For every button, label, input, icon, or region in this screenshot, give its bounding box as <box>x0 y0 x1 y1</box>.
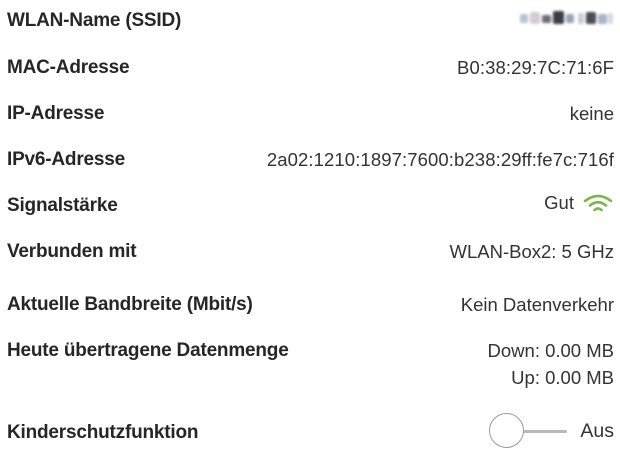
ipv6-address-value: 2a02:1210:1897:7600:b238:29ff:fe7c:716f <box>266 149 614 170</box>
signal-strength-text: Gut <box>544 192 574 213</box>
transferred-data-label: Heute übertragene Datenmenge <box>7 340 289 361</box>
transferred-data-value: Down: 0.00 MB Up: 0.00 MB <box>488 337 614 391</box>
signal-strength-label: Signalstärke <box>7 195 118 216</box>
parental-control-toggle-group: Aus <box>489 412 614 450</box>
ip-address-label: IP-Adresse <box>7 103 105 124</box>
mac-address-value: B0:38:29:7C:71:6F <box>457 57 614 78</box>
upload-amount: Up: 0.00 MB <box>511 367 614 388</box>
parental-control-toggle[interactable] <box>489 412 569 450</box>
ipv6-address-label: IPv6-Adresse <box>7 149 126 170</box>
wifi-signal-icon <box>583 194 613 212</box>
current-bandwidth-label: Aktuelle Bandbreite (Mbit/s) <box>7 294 253 315</box>
mac-address-label: MAC-Adresse <box>7 57 130 78</box>
parental-control-label: Kinderschutzfunktion <box>7 422 199 443</box>
parental-control-state: Aus <box>580 419 614 442</box>
ip-address-value: keine <box>569 103 614 124</box>
download-amount: Down: 0.00 MB <box>487 340 614 361</box>
signal-strength-value: Gut <box>544 192 614 214</box>
toggle-knob <box>489 413 525 448</box>
connected-to-label: Verbunden mit <box>7 241 137 262</box>
ssid-label: WLAN-Name (SSID) <box>7 10 182 31</box>
connected-to-value: WLAN-Box2: 5 GHz <box>449 241 615 262</box>
ssid-value-obscured <box>518 8 614 30</box>
current-bandwidth-value: Kein Datenverkehr <box>460 294 614 315</box>
